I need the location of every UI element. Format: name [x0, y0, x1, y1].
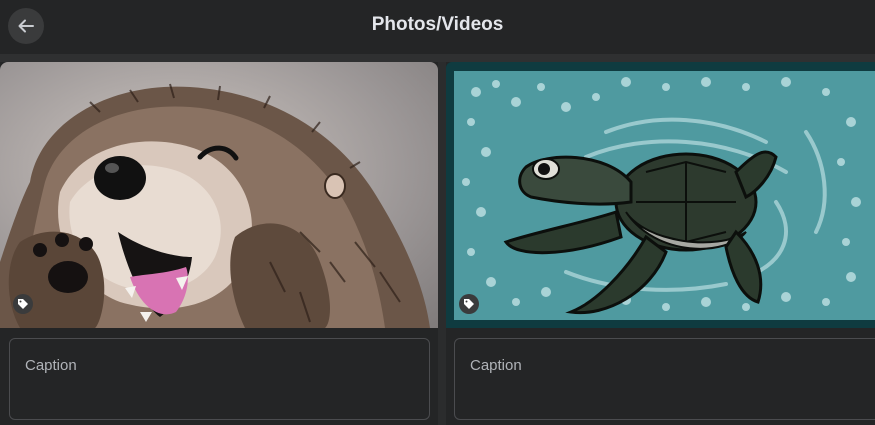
tag-icon[interactable] [13, 294, 33, 314]
header-divider [0, 54, 875, 62]
caption-input[interactable]: Caption [9, 338, 430, 420]
media-grid: Caption Caption [0, 62, 875, 425]
page-title: Photos/Videos [371, 14, 504, 35]
otter-image [0, 62, 438, 328]
caption-placeholder: Caption [470, 357, 522, 374]
media-thumbnail-otter[interactable] [0, 62, 438, 328]
caption-placeholder: Caption [25, 357, 77, 374]
photo-editor-dialog: Photos/Videos Caption Caption [0, 0, 875, 425]
caption-input[interactable]: Caption [454, 338, 875, 420]
turtle-image [446, 62, 875, 328]
media-item-2: Caption [446, 62, 875, 425]
header-bar: Photos/Videos [0, 0, 875, 54]
media-thumbnail-turtle[interactable] [446, 62, 875, 328]
tag-icon[interactable] [459, 294, 479, 314]
media-item-1: Caption [0, 62, 438, 425]
